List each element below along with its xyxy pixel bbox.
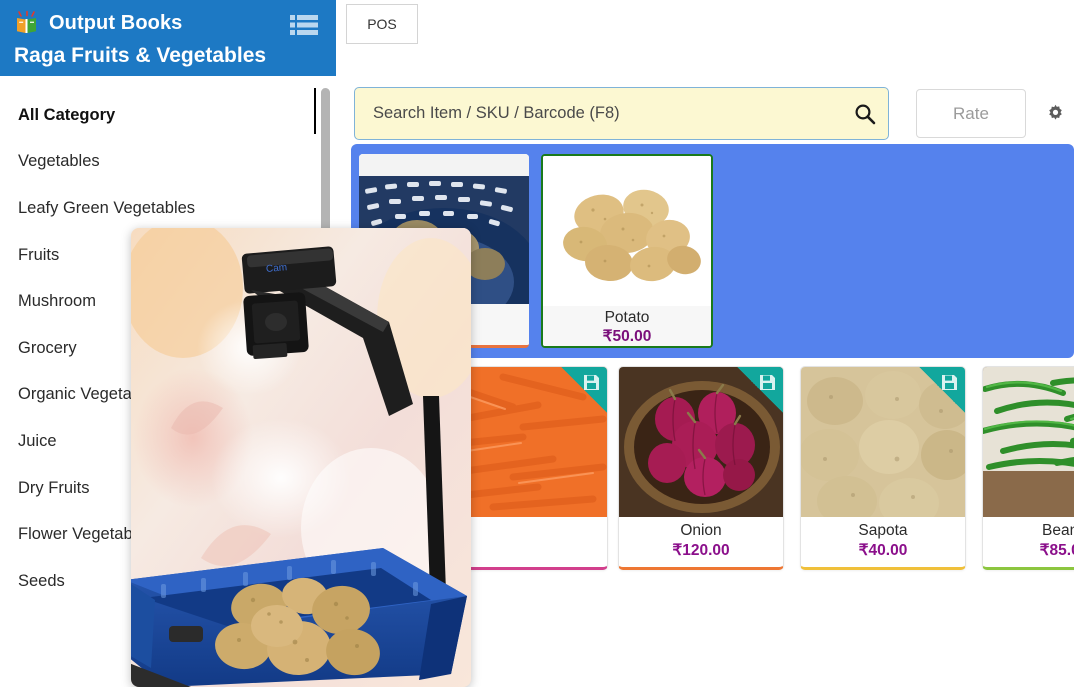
tab-pos[interactable]: POS <box>346 4 418 44</box>
rate-button[interactable]: Rate <box>916 89 1026 138</box>
product-meta: Onion ₹120.00 <box>619 517 783 561</box>
brand-row: Output Books <box>14 8 322 38</box>
list-menu-icon[interactable] <box>290 14 318 36</box>
search-field-wrapper[interactable] <box>354 87 889 140</box>
product-price: ₹50.00 <box>602 328 652 345</box>
sidebar-item-leafy-green-vegetables[interactable]: Leafy Green Vegetables <box>0 185 316 232</box>
search-input[interactable] <box>355 88 842 139</box>
sidebar-item-all-category[interactable]: All Category <box>0 92 316 139</box>
product-card-onion[interactable]: Onion ₹120.00 <box>618 366 784 570</box>
product-card-beans[interactable]: Beans ₹85.00 <box>982 366 1074 570</box>
product-card-sapota[interactable]: Sapota ₹40.00 <box>800 366 966 570</box>
product-image-sapota-fruits <box>801 367 965 517</box>
scanner-demo-overlay-image[interactable]: Cam <box>131 228 471 687</box>
gear-icon[interactable] <box>1038 89 1072 138</box>
product-price: ₹85.00 <box>1039 542 1074 559</box>
product-meta: Potato ₹50.00 <box>543 306 711 346</box>
product-name: Potato <box>604 309 650 326</box>
save-icon[interactable] <box>737 367 783 413</box>
category-label: Fruits <box>18 245 60 264</box>
svg-text:Cam: Cam <box>266 262 288 275</box>
product-image-red-onions-in-basket <box>619 367 783 517</box>
category-label: All Category <box>18 105 116 124</box>
product-name: Beans <box>1042 522 1074 539</box>
tab-bar: POS <box>346 4 418 44</box>
search-toolbar: Rate <box>354 87 1072 140</box>
product-image-pile-of-potatoes <box>543 156 711 306</box>
save-icon[interactable] <box>919 367 965 413</box>
store-name: Raga Fruits & Vegetables <box>14 44 267 67</box>
brand-name: Output Books <box>49 12 183 34</box>
pos-application: Output Books Raga Fruits & Vegetables Al… <box>0 0 1074 687</box>
product-image-green-beans <box>983 367 1074 517</box>
category-label: Mushroom <box>18 292 96 311</box>
sidebar-item-vegetables[interactable]: Vegetables <box>0 139 316 186</box>
category-label: Juice <box>18 431 57 450</box>
category-label: Grocery <box>18 338 77 357</box>
book-logo-icon <box>14 10 40 36</box>
brand-header: Output Books Raga Fruits & Vegetables <box>0 0 336 76</box>
product-price: ₹120.00 <box>672 542 730 559</box>
save-icon[interactable] <box>561 367 607 413</box>
product-price: ₹40.00 <box>858 542 908 559</box>
product-meta: Sapota ₹40.00 <box>801 517 965 561</box>
category-label: Dry Fruits <box>18 478 90 497</box>
search-icon[interactable] <box>842 103 888 125</box>
scroll-position-marker <box>314 88 316 134</box>
product-meta: Beans ₹85.00 <box>983 517 1074 561</box>
category-label: Leafy Green Vegetables <box>18 198 196 217</box>
category-label: Vegetables <box>18 152 100 171</box>
category-label: Seeds <box>18 571 65 590</box>
product-name: Sapota <box>858 522 908 539</box>
selected-product-card-potato[interactable]: Potato ₹50.00 <box>541 154 713 348</box>
product-name: Onion <box>680 522 722 539</box>
